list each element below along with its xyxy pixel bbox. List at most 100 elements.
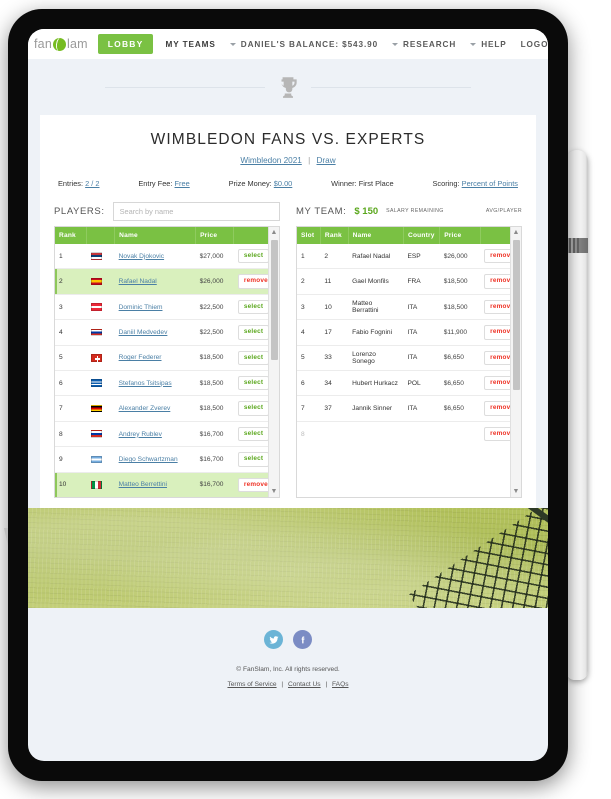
select-button[interactable]: select (237, 249, 268, 264)
action-cell: remove (480, 244, 510, 270)
subtitle-separator: | (308, 156, 311, 165)
twitter-icon[interactable] (264, 630, 283, 649)
facebook-icon[interactable] (293, 630, 312, 649)
remove-button[interactable]: remove (484, 299, 510, 315)
players-scrollbar[interactable]: ▲ ▼ (268, 227, 279, 497)
player-rank: 10 (55, 472, 87, 497)
player-name-cell: Daniil Medvedev (114, 319, 196, 346)
player-rank: 2 (55, 268, 87, 295)
info-entries-value[interactable]: 2 / 2 (85, 179, 99, 188)
player-flag-cell (86, 345, 115, 372)
event-link[interactable]: Wimbledon 2021 (240, 156, 301, 165)
table-row[interactable]: 1 Novak Djokovic $27,000 select (55, 244, 268, 270)
team-country: POL (403, 370, 440, 397)
remove-button[interactable]: remove (484, 325, 510, 340)
player-name-link[interactable]: Stefanos Tsitsipas (119, 380, 172, 387)
scroll-down-icon[interactable]: ▼ (271, 488, 278, 495)
team-price: $18,500 (439, 268, 481, 295)
nav-my-teams[interactable]: MY TEAMS (165, 40, 215, 49)
remove-button[interactable]: remove (484, 249, 510, 264)
player-name-link[interactable]: Alexander Zverev (119, 405, 171, 412)
select-button[interactable]: select (237, 376, 268, 391)
scrollbar-thumb[interactable] (270, 240, 278, 360)
scroll-down-icon[interactable]: ▼ (513, 488, 520, 495)
player-rank: 4 (55, 319, 87, 346)
table-row[interactable]: 310Matteo BerrattiniITA$18,500remove (297, 294, 510, 321)
info-scoring: Scoring: Percent of Points (432, 179, 518, 188)
search-input[interactable] (112, 201, 280, 221)
select-button[interactable]: select (237, 452, 268, 467)
select-button[interactable]: select (237, 401, 268, 416)
players-table-wrap: Rank Name Price 1 Novak Djokovic $27,000 se… (54, 226, 280, 498)
player-name-link[interactable]: Novak Djokovic (119, 253, 164, 260)
player-name-link[interactable]: Rafael Nadal (119, 278, 157, 285)
table-row[interactable]: 634Hubert HurkaczPOL$6,650remove (297, 370, 510, 397)
faqs-link[interactable]: FAQs (332, 681, 349, 688)
remove-button[interactable]: remove (484, 274, 510, 289)
nav-logout[interactable]: LOGOUT (521, 40, 548, 49)
info-entry-fee-value[interactable]: Free (175, 179, 190, 188)
table-row[interactable]: 10 Matteo Berrettini $16,700 remove (55, 472, 268, 497)
select-button[interactable]: select (237, 426, 268, 442)
info-winner-value: First Place (358, 179, 394, 188)
tennis-net (408, 508, 548, 608)
table-row[interactable]: 8 Andrey Rublev $16,700 select (55, 421, 268, 448)
flag-icon-gre (90, 379, 102, 387)
table-row[interactable]: 737Jannik SinnerITA$6,650remove (297, 395, 510, 422)
table-row[interactable]: 3 Dominic Thiem $22,500 select (55, 294, 268, 321)
action-cell: select (233, 446, 268, 473)
table-row[interactable]: 2 Rafael Nadal $26,000 remove (55, 268, 268, 295)
player-price: $16,700 (195, 421, 234, 448)
team-slot: 7 (297, 395, 321, 422)
team-player-name: Fabio Fognini (348, 319, 404, 346)
table-row[interactable]: 8 remove (297, 421, 510, 446)
team-scrollbar[interactable]: ▲ ▼ (510, 227, 521, 497)
nav-research[interactable]: RESEARCH (392, 40, 456, 49)
flag-icon-rus (90, 430, 102, 438)
table-row[interactable]: 7 Alexander Zverev $18,500 select (55, 395, 268, 422)
player-name-link[interactable]: Diego Schwartzman (119, 456, 178, 463)
remove-button[interactable]: remove (484, 376, 510, 391)
team-price: $26,000 (439, 244, 481, 270)
remove-button[interactable]: remove (484, 426, 510, 442)
player-name-link[interactable]: Daniil Medvedev (119, 329, 168, 336)
table-row[interactable]: 6 Stefanos Tsitsipas $18,500 select (55, 370, 268, 397)
player-name-link[interactable]: Andrey Rublev (119, 431, 162, 438)
remove-button[interactable]: remove (484, 401, 510, 416)
table-row[interactable]: 211Gael MonfilsFRA$18,500remove (297, 268, 510, 295)
scrollbar-thumb[interactable] (512, 240, 520, 390)
table-row[interactable]: 9 Diego Schwartzman $16,700 select (55, 446, 268, 473)
table-row[interactable]: 4 Daniil Medvedev $22,500 select (55, 319, 268, 346)
remove-button[interactable]: remove (237, 477, 268, 493)
nav-lobby-button[interactable]: LOBBY (97, 34, 154, 54)
draw-link[interactable]: Draw (317, 156, 336, 165)
scroll-up-icon[interactable]: ▲ (513, 229, 520, 236)
players-table: Rank Name Price 1 Novak Djokovic $27,000 se… (55, 227, 268, 497)
table-row[interactable]: 417Fabio FogniniITA$11,900remove (297, 319, 510, 346)
contact-link[interactable]: Contact Us (288, 681, 321, 688)
select-button[interactable]: select (237, 325, 268, 340)
player-name-link[interactable]: Roger Federer (119, 354, 162, 361)
remove-button[interactable]: remove (237, 274, 268, 289)
nav-help[interactable]: HELP (470, 40, 506, 49)
table-row[interactable]: 533Lorenzo SonegoITA$6,650remove (297, 345, 510, 372)
select-button[interactable]: select (237, 299, 268, 315)
action-cell: remove (233, 472, 268, 497)
team-slot: 3 (297, 294, 321, 321)
player-price: $16,700 (195, 472, 234, 497)
fanslam-logo[interactable]: fan lam (34, 37, 88, 51)
table-row[interactable]: 5 Roger Federer $18,500 select (55, 345, 268, 372)
team-slot: 6 (297, 370, 321, 397)
player-name-cell: Roger Federer (114, 345, 196, 372)
terms-link[interactable]: Terms of Service (227, 681, 276, 688)
scroll-up-icon[interactable]: ▲ (271, 229, 278, 236)
player-name-link[interactable]: Dominic Thiem (119, 304, 163, 311)
info-scoring-value[interactable]: Percent of Points (462, 179, 518, 188)
info-prize-money-value[interactable]: $0.00 (274, 179, 293, 188)
remove-button[interactable]: remove (484, 350, 510, 366)
player-name-link[interactable]: Matteo Berrettini (119, 481, 167, 488)
select-button[interactable]: select (237, 350, 268, 366)
nav-balance[interactable]: DANIEL'S BALANCE: $543.90 (229, 40, 378, 49)
table-row[interactable]: 12Rafael NadalESP$26,000remove (297, 244, 510, 270)
team-rank: 37 (320, 395, 349, 422)
